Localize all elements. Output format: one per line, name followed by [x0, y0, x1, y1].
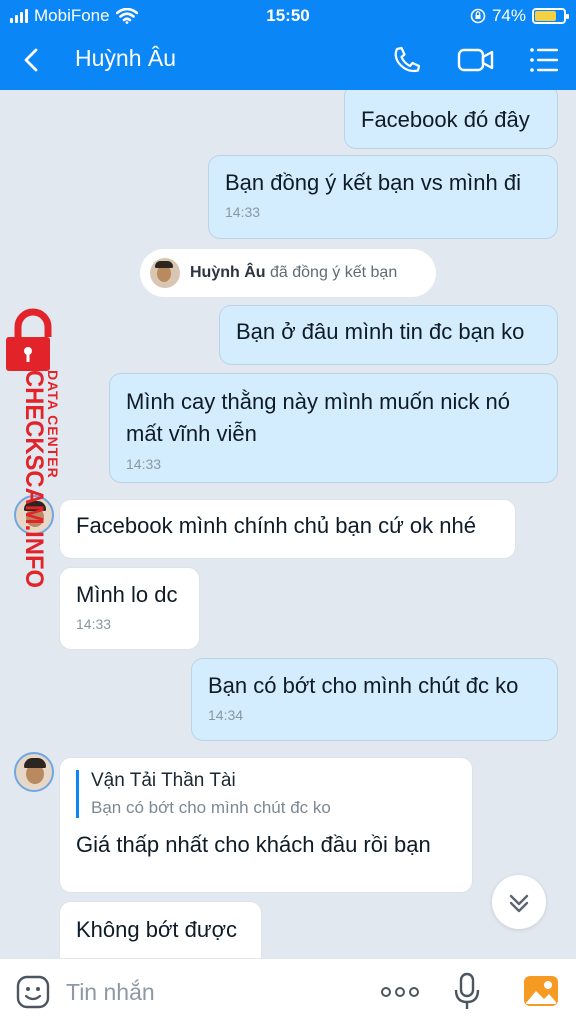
nav-bar: Huỳnh Âu [0, 34, 576, 86]
back-icon [24, 48, 38, 72]
message-incoming[interactable]: Mình lo dc 14:33 [59, 567, 200, 650]
status-bar: MobiFone 15:50 74% [0, 0, 576, 32]
voice-button[interactable] [452, 971, 482, 1016]
message-input-bar: Tin nhắn [0, 958, 576, 1024]
message-text: Facebook mình chính chủ bạn cứ ok nhé [76, 513, 476, 538]
battery-level [535, 11, 556, 21]
message-text: Giá thấp nhất cho khách đầu rồi bạn [76, 832, 431, 857]
message-input[interactable]: Tin nhắn [66, 979, 155, 1006]
message-incoming-reply[interactable]: Vận Tải Thần Tài Bạn có bớt cho mình chú… [59, 757, 473, 893]
contact-name[interactable]: Huỳnh Âu [75, 45, 176, 72]
lock-icon [6, 308, 52, 371]
quoted-author: Vận Tải Thần Tài [91, 770, 236, 791]
more-button[interactable] [380, 979, 420, 1010]
sticker-button[interactable] [14, 973, 52, 1016]
rotation-lock-icon [470, 8, 486, 24]
message-text: Bạn ở đâu mình tin đc bạn ko [236, 319, 525, 344]
image-icon [524, 976, 558, 1006]
app-header: MobiFone 15:50 74% Huỳnh Âu [0, 0, 576, 90]
message-text: Mình cay thằng này mình muốn nick nó mất… [126, 389, 510, 446]
message-outgoing[interactable]: Bạn ở đâu mình tin đc bạn ko [219, 305, 558, 365]
message-outgoing[interactable]: Bạn đồng ý kết bạn vs mình đi 14:33 [208, 155, 558, 239]
message-time: 14:34 [208, 707, 244, 723]
microphone-icon [454, 972, 480, 1009]
message-time: 14:33 [76, 616, 112, 632]
message-text: Bạn có bớt cho mình chút đc ko [208, 673, 519, 698]
message-time: 14:33 [126, 456, 162, 472]
message-text: Không bớt được [76, 917, 238, 942]
contact-avatar[interactable] [14, 752, 54, 792]
back-button[interactable] [16, 42, 48, 78]
message-incoming[interactable]: Không bớt được [59, 901, 262, 958]
chevron-double-down-icon [509, 894, 529, 913]
message-outgoing[interactable]: Mình cay thằng này mình muốn nick nó mất… [109, 373, 558, 483]
watermark-subtitle: DATA CENTER [45, 370, 61, 479]
status-right: 74% [470, 6, 569, 26]
video-call-button[interactable] [456, 42, 496, 78]
quoted-message[interactable]: Vận Tải Thần Tài Bạn có bớt cho mình chú… [76, 770, 456, 818]
watermark: CHECKSCAM.INFO DATA CENTER [0, 308, 70, 690]
quoted-text: Bạn có bớt cho mình chút đc ko [91, 798, 331, 817]
avatar [150, 258, 180, 288]
watermark-title: CHECKSCAM.INFO [20, 370, 48, 588]
battery-icon [532, 8, 569, 24]
message-text: Bạn đồng ý kết bạn vs mình đi [225, 170, 521, 195]
system-notice-name: Huỳnh Âu [190, 264, 266, 281]
message-text: Mình lo dc [76, 582, 178, 607]
system-notice-action: đã đồng ý kết bạn [270, 264, 398, 281]
phone-icon [394, 46, 421, 73]
system-notice: Huỳnh Âu đã đồng ý kết bạn [140, 249, 436, 297]
message-text: Facebook đó đây [361, 107, 530, 132]
gallery-button[interactable] [522, 973, 560, 1014]
more-dots-icon [381, 987, 419, 997]
video-icon [457, 48, 494, 72]
menu-icon [530, 48, 558, 72]
message-outgoing[interactable]: Bạn có bớt cho mình chút đc ko 14:34 [191, 658, 558, 741]
message-incoming[interactable]: Facebook mình chính chủ bạn cứ ok nhé [59, 499, 516, 559]
battery-percent: 74% [491, 6, 526, 25]
options-button[interactable] [526, 42, 566, 78]
scroll-to-bottom-button[interactable] [492, 875, 546, 929]
message-time: 14:33 [225, 204, 261, 220]
message-outgoing[interactable]: Facebook đó đây [344, 90, 558, 149]
call-button[interactable] [386, 42, 426, 78]
chat-area[interactable]: Facebook đó đây Bạn đồng ý kết bạn vs mì… [0, 90, 576, 958]
sticker-icon [16, 975, 50, 1009]
